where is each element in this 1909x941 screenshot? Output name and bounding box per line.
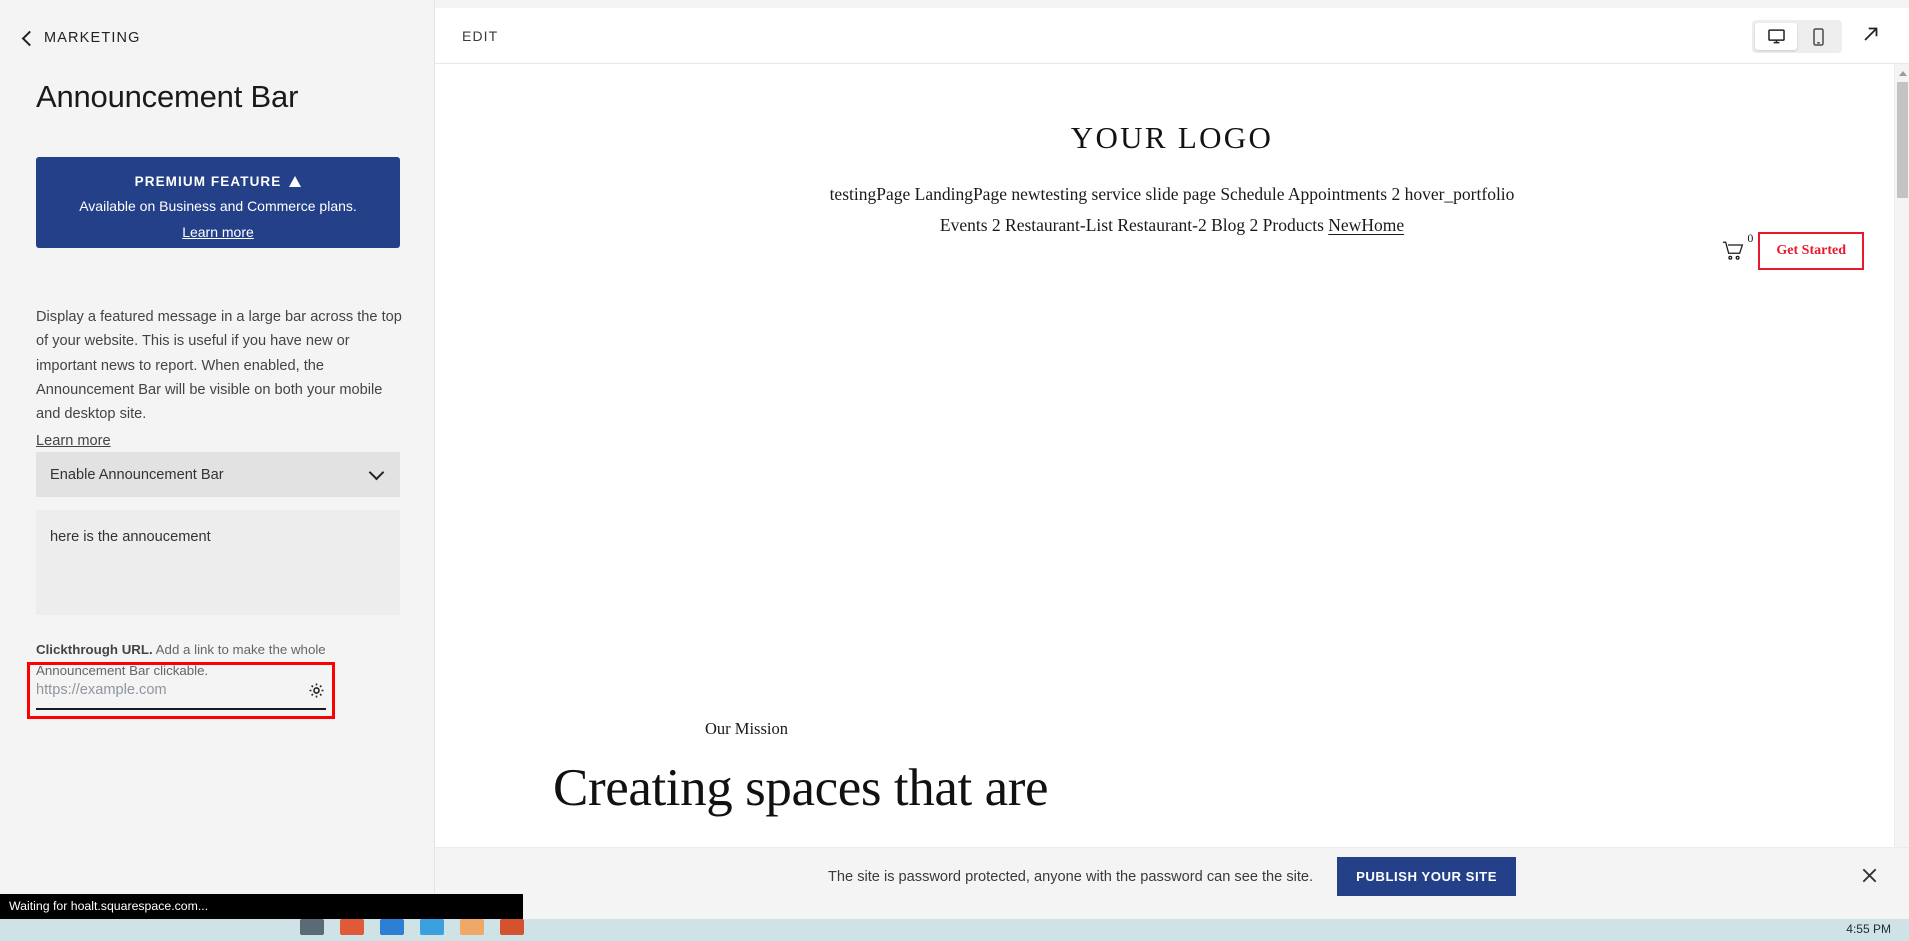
premium-feature-subtext: Available on Business and Commerce plans… [79,198,357,214]
nav-link-hover-portfolio[interactable]: hover_portfolio [1405,184,1515,204]
cart-count-badge: 0 [1747,231,1754,245]
cart-button[interactable]: 0 [1721,231,1753,267]
premium-feature-label: PREMIUM FEATURE [134,174,282,189]
chevron-down-icon [368,464,385,480]
description-learn-more-link[interactable]: Learn more [36,429,111,453]
premium-feature-heading: PREMIUM FEATURE [36,174,400,189]
os-taskbar: 4:55 PM [0,919,1909,941]
publish-site-button[interactable]: PUBLISH YOUR SITE [1337,857,1516,896]
nav-link-schedule[interactable]: Schedule [1220,184,1284,204]
taskbar-clock: 4:55 PM [1846,922,1891,936]
nav-link-restaurant-list[interactable]: Restaurant-List [1005,215,1113,235]
mission-eyebrow: Our Mission [705,719,788,738]
scrollbar-thumb[interactable] [1897,82,1908,198]
taskbar-app-icon-5[interactable] [500,919,524,935]
feature-description-text: Display a featured message in a large ba… [36,309,402,423]
nav-link-testingpage[interactable]: testingPage [830,184,911,204]
nav-link-newhome[interactable]: NewHome [1328,215,1404,235]
chevron-left-icon [21,30,38,47]
page-title: Announcement Bar [36,79,299,114]
nav-link-products[interactable]: Products [1263,215,1324,235]
taskbar-app-icon-1[interactable] [340,919,364,935]
clickthrough-url-input[interactable]: https://example.com [36,682,307,698]
preview-toolbar: EDIT [435,8,1909,64]
notice-text: The site is password protected, anyone w… [828,868,1314,885]
password-protected-notice: The site is password protected, anyone w… [435,847,1909,905]
taskbar-icons [0,919,1909,935]
clickthrough-url-field[interactable]: https://example.com [36,672,326,710]
taskbar-app-icon-4[interactable] [460,919,484,935]
enable-announcement-bar-label: Enable Announcement Bar [50,466,224,483]
desktop-view-button[interactable] [1755,23,1797,50]
nav-link-newtesting[interactable]: newtesting [1011,184,1087,204]
upgrade-arrow-icon [289,176,302,187]
get-started-button[interactable]: Get Started [1758,232,1864,270]
taskbar-app-icon-2[interactable] [380,919,404,935]
site-iframe: YOUR LOGO testingPage LandingPage newtes… [435,64,1909,882]
site-navigation: testingPage LandingPage newtesting servi… [822,179,1522,241]
browser-status-tooltip: Waiting for hoalt.squarespace.com... [0,894,523,919]
nav-link-slide-page[interactable]: slide page [1145,184,1215,204]
gear-icon[interactable] [307,681,326,700]
taskbar-window-icon[interactable] [300,919,324,935]
enable-announcement-bar-select[interactable]: Enable Announcement Bar [36,452,400,497]
settings-sidebar: MARKETING Announcement Bar PREMIUM FEATU… [0,0,435,941]
scrollbar-up-arrow-icon[interactable] [1899,71,1907,76]
announcement-message-textarea[interactable]: here is the annoucement [36,510,400,615]
open-in-new-tab-button[interactable] [1855,20,1887,53]
premium-learn-more-link[interactable]: Learn more [182,224,254,240]
preview-toolbar-actions [1752,20,1887,53]
nav-link-events-2[interactable]: Events 2 [940,215,1001,235]
site-header-actions: 0 Get Started [1721,231,1864,270]
back-to-marketing-button[interactable]: MARKETING [0,0,434,47]
feature-description: Display a featured message in a large ba… [36,305,402,454]
site-logo[interactable]: YOUR LOGO [435,120,1909,156]
nav-link-appointments-2[interactable]: Appointments 2 [1288,184,1400,204]
premium-feature-card: PREMIUM FEATURE Available on Business an… [36,157,400,248]
clickthrough-url-help-bold: Clickthrough URL. [36,642,153,657]
close-notice-button[interactable] [1860,866,1879,890]
site-preview-panel: EDIT YOUR LOGO testingPage LandingPage n… [435,8,1909,883]
mobile-view-button[interactable] [1797,23,1839,50]
app-root: MARKETING Announcement Bar PREMIUM FEATU… [0,0,1909,941]
edit-button[interactable]: EDIT [462,28,498,44]
cart-icon [1723,241,1744,260]
preview-scrollbar[interactable] [1894,64,1909,882]
nav-link-blog-2[interactable]: Blog 2 [1211,215,1258,235]
breadcrumb-label: MARKETING [44,30,141,46]
nav-link-service[interactable]: service [1092,184,1142,204]
mission-heading: Creating spaces that are [553,759,1049,817]
nav-link-restaurant-2[interactable]: Restaurant-2 [1117,215,1206,235]
taskbar-app-icon-3[interactable] [420,919,444,935]
nav-link-landingpage[interactable]: LandingPage [915,184,1007,204]
device-toggle-group [1752,20,1842,53]
